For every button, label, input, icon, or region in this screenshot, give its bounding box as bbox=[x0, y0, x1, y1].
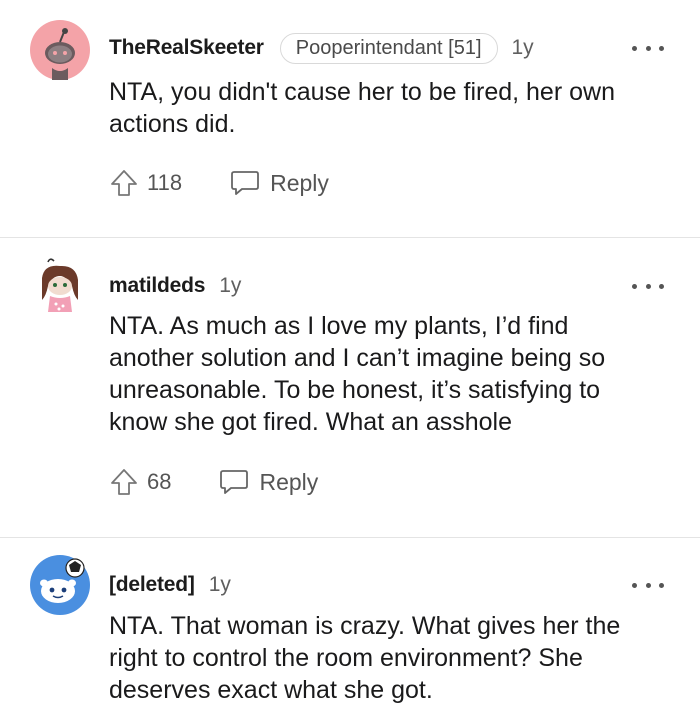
snoo-avatar-icon bbox=[30, 555, 90, 615]
comment-meta: matildeds 1y bbox=[109, 270, 241, 302]
comment-body: NTA, you didn't cause her to be fired, h… bbox=[109, 76, 679, 140]
speech-bubble-icon bbox=[220, 470, 249, 494]
comment-actions: 68 Reply bbox=[109, 462, 318, 502]
comment-age: 1y bbox=[208, 573, 231, 596]
username[interactable]: TheRealSkeeter bbox=[109, 36, 264, 60]
vote-count: 118 bbox=[147, 170, 183, 195]
more-options-ellipsis-icon[interactable] bbox=[632, 274, 664, 298]
comment-age: 1y bbox=[219, 274, 242, 297]
comment-line: actions did. bbox=[109, 110, 236, 138]
comment-divider bbox=[0, 537, 700, 538]
comment-line: right to control the room environment? S… bbox=[109, 644, 583, 672]
reply-label: Reply bbox=[259, 468, 319, 495]
user-flair: Pooperintendant [51] bbox=[279, 32, 498, 64]
speech-bubble-icon bbox=[231, 171, 259, 195]
comment-divider bbox=[0, 237, 700, 238]
comment-age: 1y bbox=[511, 36, 534, 59]
snoo-avatar-icon bbox=[30, 20, 90, 80]
reply-button[interactable]: Reply bbox=[219, 468, 318, 496]
upvote-button[interactable]: 118 bbox=[109, 168, 182, 198]
vote-count: 68 bbox=[147, 469, 172, 494]
avatar[interactable] bbox=[30, 555, 90, 615]
snoo-avatar-icon bbox=[42, 258, 78, 312]
comment-meta: TheRealSkeeter Pooperintendant [51] 1y bbox=[109, 32, 534, 64]
reply-button[interactable]: Reply bbox=[230, 169, 329, 197]
avatar[interactable] bbox=[30, 20, 90, 80]
comment-line: NTA. That woman is crazy. What gives her… bbox=[109, 612, 621, 640]
upvote-arrow-icon bbox=[111, 170, 137, 196]
comment-line: deserves exact what she got. bbox=[109, 676, 433, 704]
comment-line: NTA. As much as I love my plants, I’d fi… bbox=[109, 312, 569, 340]
comment-line: NTA, you didn't cause her to be fired, h… bbox=[109, 78, 615, 106]
comment-line: know she got fired. What an asshole bbox=[109, 408, 513, 436]
comment-line: unreasonable. To be honest, it’s satisfy… bbox=[109, 376, 601, 404]
upvote-button[interactable]: 68 bbox=[109, 467, 171, 497]
username[interactable]: matildeds bbox=[109, 274, 205, 298]
reply-label: Reply bbox=[270, 169, 329, 196]
comment-body: NTA. As much as I love my plants, I’d fi… bbox=[109, 310, 679, 438]
comment-meta: [deleted] 1y bbox=[109, 569, 231, 601]
comment-body: NTA. That woman is crazy. What gives her… bbox=[109, 610, 679, 706]
comment-line: another solution and I can’t imagine bei… bbox=[109, 344, 606, 372]
more-options-ellipsis-icon[interactable] bbox=[632, 36, 664, 60]
avatar[interactable] bbox=[30, 256, 90, 316]
upvote-arrow-icon bbox=[111, 469, 137, 495]
comment-actions: 118 Reply bbox=[109, 163, 329, 203]
more-options-ellipsis-icon[interactable] bbox=[632, 573, 664, 597]
username[interactable]: [deleted] bbox=[109, 573, 195, 597]
